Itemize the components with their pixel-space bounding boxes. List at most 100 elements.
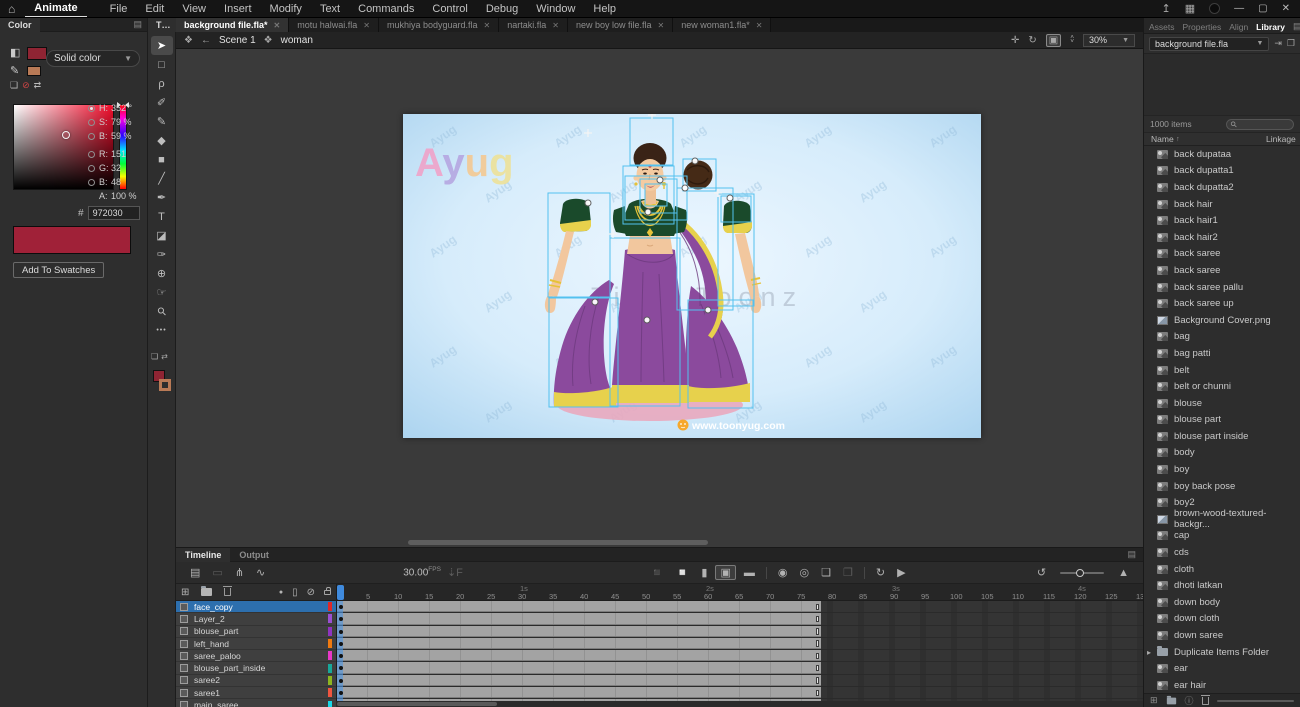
tool-stroke-swatch[interactable]: [159, 379, 171, 391]
close-tab-icon[interactable]: ✕: [484, 21, 491, 30]
color-row-value[interactable]: 100 %: [111, 191, 137, 201]
selection-tool[interactable]: ➤: [151, 36, 173, 55]
color-radio[interactable]: [88, 151, 95, 158]
library-item-name[interactable]: back dupatta1: [1174, 165, 1234, 176]
layer-name[interactable]: main_saree: [194, 700, 238, 707]
timeline-zoom-slider[interactable]: [1060, 572, 1104, 574]
camera-icon[interactable]: ▭: [206, 567, 228, 579]
keyframe-dot[interactable]: [339, 691, 343, 695]
line-tool[interactable]: ╱: [151, 169, 173, 188]
menu-text[interactable]: Text: [311, 0, 349, 17]
fill-color-swatch[interactable]: [27, 47, 47, 60]
tab-color[interactable]: Color: [0, 18, 40, 32]
library-item-name[interactable]: boy2: [1174, 497, 1195, 508]
layer-name[interactable]: saree_paloo: [194, 651, 241, 661]
document-tab[interactable]: background file.fla*✕: [176, 18, 289, 32]
new-layer-icon[interactable]: ⊞: [181, 587, 189, 598]
pen-tool[interactable]: ✒: [151, 188, 173, 207]
close-button[interactable]: ✕: [1282, 3, 1290, 14]
menu-view[interactable]: View: [173, 0, 215, 17]
library-item[interactable]: back hair1: [1144, 212, 1300, 229]
library-item-name[interactable]: back hair1: [1174, 215, 1218, 226]
document-tab[interactable]: nartaki.fla✕: [499, 18, 568, 32]
library-horizontal-scrollbar[interactable]: [1217, 700, 1294, 702]
end-frame-marker[interactable]: [816, 665, 819, 672]
layer-color-chip[interactable]: [328, 651, 332, 660]
picker-cursor[interactable]: [62, 131, 70, 139]
frames-grid[interactable]: [337, 601, 1143, 701]
layer-row[interactable]: saree2: [176, 675, 336, 687]
library-item-name[interactable]: back dupataa: [1174, 149, 1231, 160]
frame-row[interactable]: [337, 699, 1143, 701]
menu-control[interactable]: Control: [423, 0, 476, 17]
library-item[interactable]: dhoti latkan: [1144, 577, 1300, 594]
menu-window[interactable]: Window: [527, 0, 584, 17]
library-item[interactable]: belt: [1144, 362, 1300, 379]
close-tab-icon[interactable]: ✕: [756, 21, 763, 30]
library-item[interactable]: blouse part inside: [1144, 428, 1300, 445]
panel-menu-icon[interactable]: ▤: [133, 19, 147, 30]
library-item-name[interactable]: dhoti latkan: [1174, 580, 1223, 591]
snap-icon[interactable]: ❐: [837, 566, 859, 579]
color-radio[interactable]: [88, 133, 95, 140]
reset-timeline-zoom-icon[interactable]: ↺: [1031, 566, 1052, 579]
library-item[interactable]: back dupatta1: [1144, 163, 1300, 180]
ruler-number[interactable]: 115: [1043, 592, 1055, 601]
ruler-number[interactable]: 125: [1105, 592, 1118, 601]
frame-span[interactable]: [337, 687, 821, 698]
library-item[interactable]: down cloth: [1144, 611, 1300, 628]
keyframe-dot[interactable]: [339, 605, 343, 609]
library-item[interactable]: belt or chunni: [1144, 378, 1300, 395]
insert-frame-icon[interactable]: ▮: [695, 566, 713, 579]
frame-row[interactable]: [337, 687, 1143, 699]
ruler-number[interactable]: 25: [487, 592, 495, 601]
item-properties-icon[interactable]: ⓘ: [1185, 694, 1194, 707]
library-item[interactable]: back dupataa: [1144, 146, 1300, 163]
frame-row[interactable]: [337, 613, 1143, 625]
library-item-name[interactable]: ear: [1174, 663, 1188, 674]
library-item-name[interactable]: ear hair: [1174, 680, 1206, 691]
onion-skin-outlines-icon[interactable]: ◎: [793, 566, 815, 579]
library-item-name[interactable]: back dupatta2: [1174, 182, 1234, 193]
menu-debug[interactable]: Debug: [477, 0, 527, 17]
swap-colors-icon[interactable]: ⇄: [161, 352, 168, 361]
library-item[interactable]: boy: [1144, 461, 1300, 478]
edit-multiple-frames-icon[interactable]: ❏: [815, 566, 837, 579]
library-item[interactable]: back hair2: [1144, 229, 1300, 246]
minimize-button[interactable]: —: [1234, 3, 1244, 14]
end-frame-marker[interactable]: [816, 628, 819, 635]
tab-assets[interactable]: Assets: [1149, 22, 1175, 32]
ruler-number[interactable]: 65: [735, 592, 743, 601]
layer-color-chip[interactable]: [328, 701, 332, 707]
menu-edit[interactable]: Edit: [136, 0, 173, 17]
ruler-number[interactable]: 40: [580, 592, 588, 601]
delete-item-icon[interactable]: [1202, 697, 1209, 705]
frames-pane[interactable]: 5101520253035404550556065707580859095100…: [337, 584, 1143, 701]
hide-column-icon[interactable]: ⊘: [307, 587, 315, 598]
close-tab-icon[interactable]: ✕: [658, 21, 665, 30]
layer-name[interactable]: blouse_part: [194, 626, 238, 636]
menu-animate[interactable]: Animate: [25, 0, 86, 17]
ruler-number[interactable]: 120: [1074, 592, 1087, 601]
library-item-name[interactable]: back hair2: [1174, 232, 1218, 243]
panel-menu-icon[interactable]: ▤: [1293, 21, 1300, 32]
tab-timeline[interactable]: Timeline: [176, 548, 230, 562]
play-icon[interactable]: ▶: [891, 566, 911, 579]
resize-frame-view-icon[interactable]: ▲: [1112, 567, 1135, 579]
library-item-name[interactable]: body: [1174, 447, 1195, 458]
color-radio[interactable]: [88, 193, 95, 200]
layer-row[interactable]: blouse_part: [176, 626, 336, 638]
library-item[interactable]: back saree: [1144, 246, 1300, 263]
onion-skin-icon[interactable]: ◉: [772, 566, 794, 579]
color-radio[interactable]: [88, 119, 95, 126]
end-frame-marker[interactable]: [816, 690, 819, 697]
ruler-number[interactable]: 70: [766, 592, 774, 601]
keyframe-dot[interactable]: [339, 617, 343, 621]
layer-name[interactable]: saree2: [194, 675, 220, 685]
frame-span[interactable]: [337, 638, 821, 649]
library-document-select[interactable]: background file.fla ▼: [1149, 37, 1269, 51]
library-item[interactable]: cloth: [1144, 561, 1300, 578]
end-frame-marker[interactable]: [816, 604, 819, 611]
zoom-stepper[interactable]: ˄˅: [1070, 36, 1074, 45]
ruler-number[interactable]: 95: [921, 592, 929, 601]
